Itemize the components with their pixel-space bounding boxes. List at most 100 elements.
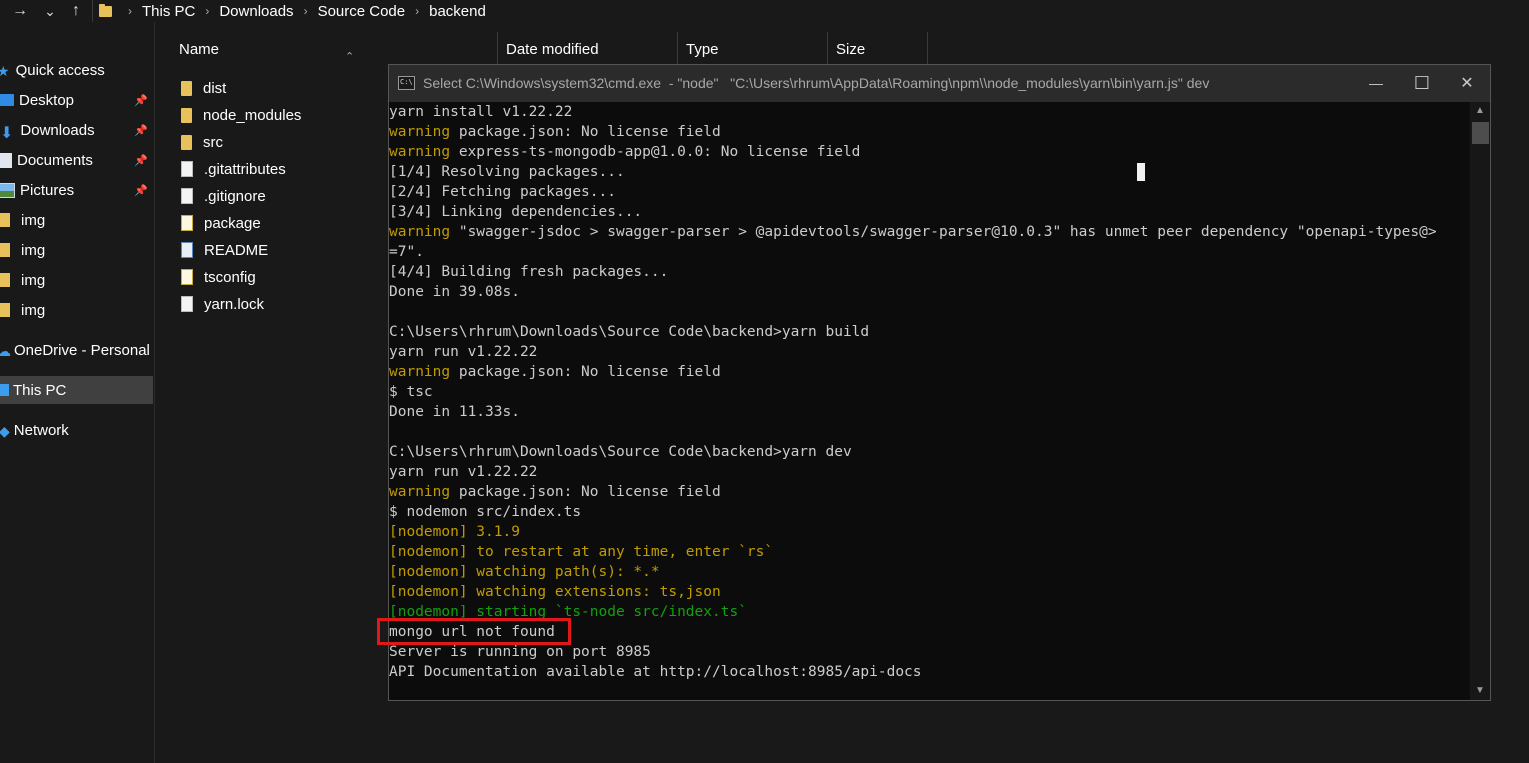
- scroll-up-icon[interactable]: ▲: [1470, 105, 1490, 116]
- terminal-text: warning: [389, 124, 451, 140]
- cmd-title: Select C:\Windows\system32\cmd.exe - "no…: [423, 75, 1210, 91]
- maximize-icon[interactable]: ☐: [1399, 65, 1445, 102]
- address-bar: → ⌄ ↑ › This PC › Downloads › Source Cod…: [0, 0, 1529, 22]
- file-name: src: [203, 133, 223, 151]
- documents-icon: [0, 152, 12, 168]
- close-icon[interactable]: ✕: [1444, 65, 1490, 102]
- terminal-line: Server is running on port 8985: [389, 642, 651, 662]
- terminal-line: [nodemon] 3.1.9: [389, 522, 520, 542]
- chevron-right-icon[interactable]: ›: [128, 4, 132, 18]
- nav-item-img[interactable]: img: [0, 236, 154, 264]
- pictures-icon: [0, 182, 15, 198]
- nav-item-quick-access[interactable]: ★ Quick access: [0, 56, 154, 84]
- breadcrumb-item[interactable]: Downloads: [219, 3, 293, 20]
- file-row-tsconfig[interactable]: tsconfig: [181, 264, 256, 290]
- file-name: yarn.lock: [204, 295, 265, 313]
- nav-item-desktop[interactable]: Desktop 📌: [0, 86, 154, 114]
- cmd-window[interactable]: C:\ Select C:\Windows\system32\cmd.exe -…: [388, 64, 1491, 701]
- breadcrumb-item[interactable]: This PC: [142, 3, 195, 20]
- chevron-right-icon[interactable]: ›: [415, 4, 419, 18]
- terminal-line: [3/4] Linking dependencies...: [389, 202, 642, 222]
- terminal-text: warning: [389, 224, 451, 240]
- terminal-line: $ tsc: [389, 382, 433, 402]
- navigation-pane: ★ Quick access Desktop 📌 ⬇ Downloads 📌 D…: [0, 22, 155, 763]
- readme-file-icon: [181, 242, 193, 258]
- cmd-title-bar[interactable]: C:\ Select C:\Windows\system32\cmd.exe -…: [389, 65, 1490, 102]
- chevron-right-icon[interactable]: ›: [304, 4, 308, 18]
- minimize-icon[interactable]: —: [1353, 65, 1399, 102]
- breadcrumb-item[interactable]: backend: [429, 3, 486, 20]
- terminal-text: "swagger-jsdoc > swagger-parser > @apide…: [450, 224, 1437, 240]
- terminal-line: [nodemon] to restart at any time, enter …: [389, 542, 773, 562]
- nav-item-label: OneDrive - Personal: [14, 341, 150, 359]
- file-row-dist[interactable]: dist: [181, 75, 226, 101]
- column-header-name[interactable]: Name ⌃: [171, 32, 497, 68]
- terminal-line: warning package.json: No license field: [389, 362, 721, 382]
- nav-item-pictures[interactable]: Pictures 📌: [0, 176, 154, 204]
- file-row-package[interactable]: package: [181, 210, 261, 236]
- forward-arrow-icon[interactable]: →: [10, 0, 30, 22]
- nav-item-label: img: [21, 301, 46, 319]
- terminal-text: [nodemon] watching extensions: ts,json: [389, 584, 721, 600]
- nav-item-network[interactable]: ◆ Network: [0, 416, 154, 444]
- terminal-text: warning: [389, 144, 451, 160]
- json-file-icon: [181, 269, 193, 285]
- breadcrumb-item[interactable]: Source Code: [318, 3, 406, 20]
- column-header-size[interactable]: Size: [827, 32, 928, 68]
- pin-icon[interactable]: 📌: [134, 184, 148, 197]
- cmd-output[interactable]: yarn install v1.22.22 warning package.jso…: [389, 102, 1469, 700]
- folder-icon: [99, 3, 112, 17]
- terminal-text: yarn run v1.22.22: [389, 464, 538, 480]
- chevron-right-icon[interactable]: ›: [205, 4, 209, 18]
- nav-item-label: Desktop: [19, 91, 75, 109]
- terminal-text: C:\Users\rhrum\Downloads\Source Code\bac…: [389, 444, 852, 460]
- nav-item-img[interactable]: img: [0, 206, 154, 234]
- breadcrumb[interactable]: › This PC › Downloads › Source Code › ba…: [92, 0, 1529, 22]
- nav-item-downloads[interactable]: ⬇ Downloads 📌: [0, 116, 154, 144]
- column-header-date-modified[interactable]: Date modified: [497, 32, 677, 68]
- pin-icon[interactable]: 📌: [134, 154, 148, 167]
- folder-icon: [181, 134, 192, 150]
- column-header-label: Date modified: [506, 41, 599, 58]
- pin-icon[interactable]: 📌: [134, 94, 148, 107]
- terminal-text: [4/4] Building fresh packages...: [389, 264, 669, 280]
- terminal-text: [3/4] Linking dependencies...: [389, 204, 643, 220]
- terminal-text: package.json: No license field: [450, 364, 721, 380]
- scrollbar[interactable]: ▲ ▼: [1470, 102, 1490, 700]
- terminal-text: $ nodemon src/index.ts: [389, 504, 582, 520]
- nav-item-documents[interactable]: Documents 📌: [0, 146, 154, 174]
- terminal-text: [1/4] Resolving packages...: [389, 164, 625, 180]
- nav-item-img[interactable]: img: [0, 266, 154, 294]
- nav-item-onedrive[interactable]: ☁ OneDrive - Personal: [0, 336, 154, 364]
- file-row-readme[interactable]: README: [181, 237, 268, 263]
- terminal-text: $ tsc: [389, 384, 433, 400]
- column-header-label: Size: [836, 41, 866, 58]
- file-row-yarn-lock[interactable]: yarn.lock: [181, 291, 264, 317]
- terminal-line: warning package.json: No license field: [389, 122, 721, 142]
- recent-locations-chevron-icon[interactable]: ⌄: [40, 0, 60, 22]
- terminal-line: [1/4] Resolving packages...: [389, 162, 625, 182]
- text-cursor: [1137, 163, 1145, 181]
- scrollbar-thumb[interactable]: [1472, 122, 1489, 144]
- terminal-line: C:\Users\rhrum\Downloads\Source Code\bac…: [389, 322, 869, 342]
- scroll-down-icon[interactable]: ▼: [1470, 685, 1490, 696]
- file-row-gitattributes[interactable]: .gitattributes: [181, 156, 286, 182]
- up-arrow-icon[interactable]: ↑: [66, 0, 86, 22]
- computer-icon: [0, 384, 9, 396]
- column-header-type[interactable]: Type: [677, 32, 827, 68]
- file-name: dist: [203, 79, 227, 97]
- nav-item-label: Documents: [17, 151, 93, 169]
- file-row-src[interactable]: src: [181, 129, 223, 155]
- terminal-line: $ nodemon src/index.ts: [389, 502, 581, 522]
- pin-icon[interactable]: 📌: [134, 124, 148, 137]
- file-row-gitignore[interactable]: .gitignore: [181, 183, 266, 209]
- file-name: .gitignore: [204, 187, 266, 205]
- terminal-line: [nodemon] watching path(s): *.*: [389, 562, 660, 582]
- file-row-node-modules[interactable]: node_modules: [181, 102, 301, 128]
- file-icon: [181, 188, 193, 204]
- terminal-line: [4/4] Building fresh packages...: [389, 262, 668, 282]
- terminal-text: =7".: [389, 244, 424, 260]
- nav-item-this-pc[interactable]: This PC: [0, 376, 153, 404]
- nav-item-img[interactable]: img: [0, 296, 154, 324]
- terminal-text: express-ts-mongodb-app@1.0.0: No license…: [450, 144, 861, 160]
